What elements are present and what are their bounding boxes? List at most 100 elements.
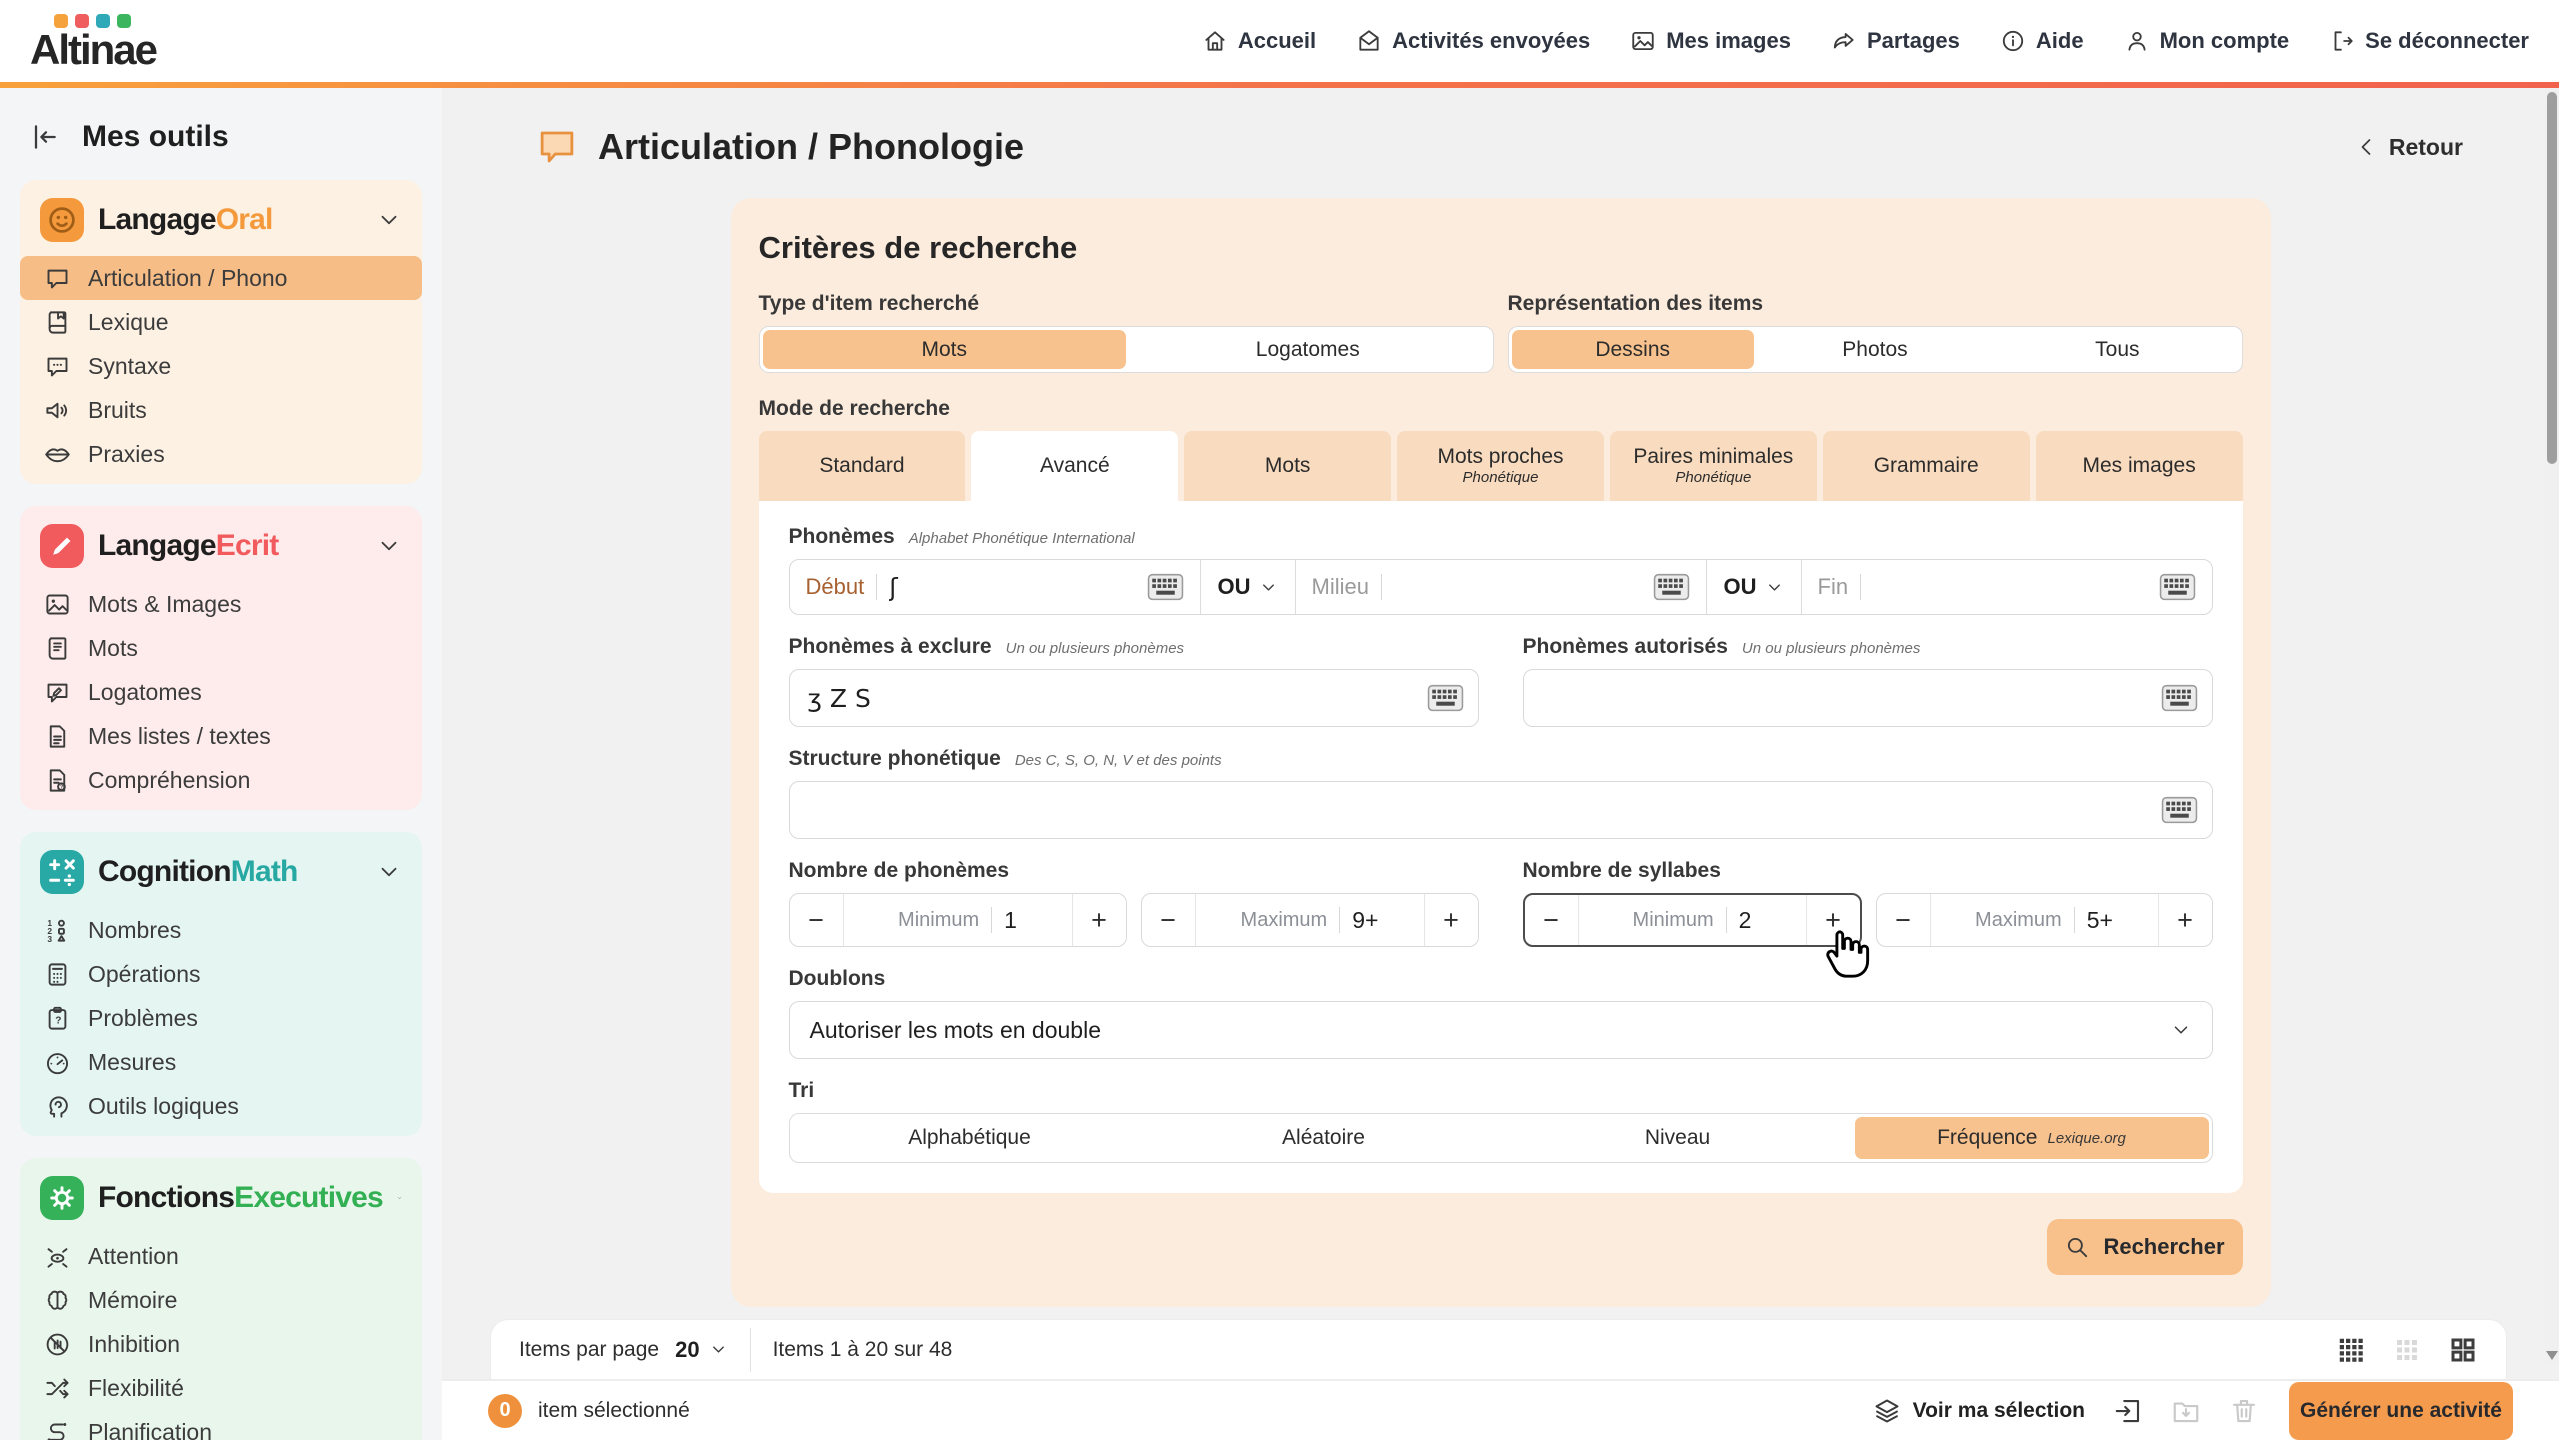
app-logo[interactable]: Altinae xyxy=(30,12,156,71)
type-option-mots[interactable]: Mots xyxy=(763,330,1127,369)
trash-icon[interactable] xyxy=(2229,1396,2259,1426)
fin-input[interactable] xyxy=(1873,573,2146,602)
import-selection-icon[interactable] xyxy=(2113,1396,2143,1426)
sidebar-item-planification[interactable]: Planification xyxy=(32,1410,410,1440)
grid-medium-view-button[interactable] xyxy=(2392,1335,2422,1365)
sidebar-item-outils-logiques[interactable]: Outils logiques xyxy=(32,1084,410,1128)
sidebar-item-articulation-phono[interactable]: Articulation / Phono xyxy=(20,256,422,300)
sidebar-item-bruits[interactable]: Bruits xyxy=(32,388,410,432)
tab-mots-proches[interactable]: Mots prochesPhonétique xyxy=(1397,431,1604,501)
scrollbar-thumb[interactable] xyxy=(2547,92,2557,464)
decrement-button[interactable]: − xyxy=(1877,894,1931,946)
sidebar-item-problemes[interactable]: ? Problèmes xyxy=(32,996,410,1040)
rep-option-dessins[interactable]: Dessins xyxy=(1512,330,1754,369)
structure-input[interactable] xyxy=(808,796,2149,825)
section-langage-oral: LangageOral Articulation / Phono Lexique… xyxy=(20,180,422,484)
debut-input[interactable] xyxy=(889,573,1134,602)
nav-partages[interactable]: Partages xyxy=(1831,28,1960,54)
tri-option-frequence[interactable]: FréquenceLexique.org xyxy=(1855,1117,2209,1159)
grid-large-view-button[interactable] xyxy=(2448,1335,2478,1365)
tri-option-aleatoire[interactable]: Aléatoire xyxy=(1147,1117,1501,1159)
tab-avance[interactable]: Avancé xyxy=(971,431,1178,501)
search-button[interactable]: Rechercher xyxy=(2047,1219,2243,1275)
milieu-input[interactable] xyxy=(1394,573,1641,602)
tab-paires-minimales[interactable]: Paires minimalesPhonétique xyxy=(1610,431,1817,501)
grid-dense-view-button[interactable] xyxy=(2336,1335,2366,1365)
keyboard-icon[interactable] xyxy=(2161,796,2198,824)
sidebar-item-mesures[interactable]: Mesures xyxy=(32,1040,410,1084)
increment-button[interactable]: + xyxy=(1806,895,1860,945)
sidebar-item-mots-images[interactable]: Mots & Images xyxy=(32,582,410,626)
phonemes-max-stepper: − Maximum9+ + xyxy=(1141,893,1479,947)
tab-standard[interactable]: Standard xyxy=(759,431,966,501)
decrement-button[interactable]: − xyxy=(1525,895,1579,945)
sidebar-item-syntaxe[interactable]: Syntaxe xyxy=(32,344,410,388)
phoneme-debut-field[interactable]: Début xyxy=(790,560,1200,614)
sidebar-item-mes-listes-textes[interactable]: Mes listes / textes xyxy=(32,714,410,758)
decrement-button[interactable]: − xyxy=(790,894,844,946)
generate-activity-button[interactable]: Générer une activité xyxy=(2289,1382,2513,1440)
sidebar: Mes outils LangageOral Articulation / Ph… xyxy=(0,88,442,1440)
sidebar-item-nombres[interactable]: 123 Nombres xyxy=(32,908,410,952)
increment-button[interactable]: + xyxy=(1072,894,1126,946)
keyboard-icon[interactable] xyxy=(2161,684,2198,712)
scrollbar-down-arrow[interactable] xyxy=(2546,1351,2558,1360)
brain-icon xyxy=(44,1287,71,1314)
tri-option-niveau[interactable]: Niveau xyxy=(1501,1117,1855,1159)
nav-accueil[interactable]: Accueil xyxy=(1202,28,1316,54)
sidebar-item-lexique[interactable]: Lexique xyxy=(32,300,410,344)
rep-option-photos[interactable]: Photos xyxy=(1754,330,1996,369)
phoneme-milieu-field[interactable]: Milieu xyxy=(1296,560,1706,614)
chevron-down-icon xyxy=(376,207,402,233)
ou-select-2[interactable]: OU xyxy=(1707,560,1801,614)
vertical-scrollbar[interactable] xyxy=(2545,88,2559,1366)
logout-icon xyxy=(2329,28,2355,54)
view-selection-button[interactable]: Voir ma sélection xyxy=(1873,1397,2085,1425)
sidebar-item-comprehension[interactable]: ? Compréhension xyxy=(32,758,410,802)
increment-button[interactable]: + xyxy=(1424,894,1478,946)
tab-grammaire[interactable]: Grammaire xyxy=(1823,431,2030,501)
keyboard-icon[interactable] xyxy=(2159,573,2196,601)
keyboard-icon[interactable] xyxy=(1147,573,1184,601)
increment-button[interactable]: + xyxy=(2158,894,2212,946)
tri-option-alphabetique[interactable]: Alphabétique xyxy=(793,1117,1147,1159)
sidebar-item-praxies[interactable]: Praxies xyxy=(32,432,410,476)
chevron-down-icon xyxy=(1765,578,1784,597)
tab-mes-images[interactable]: Mes images xyxy=(2036,431,2243,501)
phoneme-fin-field[interactable]: Fin xyxy=(1802,560,2212,614)
exclure-input[interactable] xyxy=(808,684,1415,713)
sidebar-item-logatomes[interactable]: Logatomes xyxy=(32,670,410,714)
items-per-page-select[interactable]: 20 xyxy=(675,1337,727,1363)
section-header-langage-ecrit[interactable]: LangageEcrit xyxy=(32,518,410,582)
sidebar-title: Mes outils xyxy=(82,120,229,154)
sidebar-item-inhibition[interactable]: Inhibition xyxy=(32,1322,410,1366)
sidebar-item-attention[interactable]: Attention xyxy=(32,1234,410,1278)
nav-mes-images[interactable]: Mes images xyxy=(1630,28,1791,54)
type-option-logatomes[interactable]: Logatomes xyxy=(1126,330,1490,369)
nav-activites-envoyees[interactable]: Activités envoyées xyxy=(1356,28,1590,54)
top-nav: Accueil Activités envoyées Mes images Pa… xyxy=(1202,28,2529,54)
section-header-fonctions-executives[interactable]: FonctionsExecutives xyxy=(32,1170,410,1234)
ou-select-1[interactable]: OU xyxy=(1201,560,1295,614)
rep-option-tous[interactable]: Tous xyxy=(1996,330,2238,369)
doublons-select[interactable]: Autoriser les mots en double xyxy=(789,1001,2213,1059)
section-header-cognition-math[interactable]: CognitionMath xyxy=(32,844,410,908)
nav-se-deconnecter[interactable]: Se déconnecter xyxy=(2329,28,2529,54)
section-header-langage-oral[interactable]: LangageOral xyxy=(32,192,410,256)
keyboard-icon[interactable] xyxy=(1653,573,1690,601)
autorises-input[interactable] xyxy=(1542,684,2149,713)
sidebar-item-operations[interactable]: Opérations xyxy=(32,952,410,996)
decrement-button[interactable]: − xyxy=(1142,894,1196,946)
phonemes-min-stepper: − Minimum1 + xyxy=(789,893,1127,947)
folder-download-icon[interactable] xyxy=(2171,1396,2201,1426)
keyboard-icon[interactable] xyxy=(1427,684,1464,712)
collapse-sidebar-icon[interactable] xyxy=(28,121,60,153)
nav-aide[interactable]: Aide xyxy=(2000,28,2084,54)
sidebar-item-mots[interactable]: Mots xyxy=(32,626,410,670)
sidebar-item-flexibilite[interactable]: Flexibilité xyxy=(32,1366,410,1410)
tab-mots[interactable]: Mots xyxy=(1184,431,1391,501)
nav-mon-compte[interactable]: Mon compte xyxy=(2124,28,2290,54)
back-button[interactable]: Retour xyxy=(2355,134,2463,161)
sidebar-item-memoire[interactable]: Mémoire xyxy=(32,1278,410,1322)
search-icon xyxy=(2064,1234,2090,1260)
